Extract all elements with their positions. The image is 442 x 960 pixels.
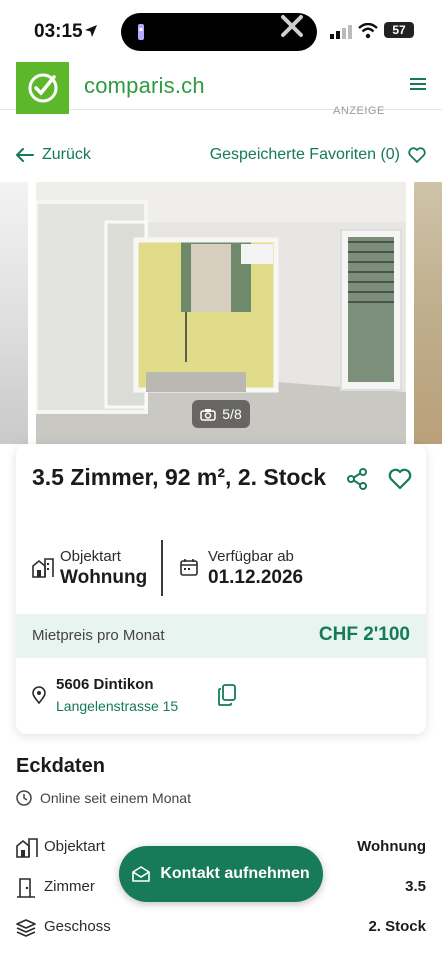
detail-value: 3.5 bbox=[405, 878, 426, 895]
envelope-icon bbox=[132, 866, 151, 882]
layers-icon bbox=[16, 919, 36, 937]
building-icon bbox=[32, 558, 54, 578]
back-link[interactable]: Zurück bbox=[16, 146, 91, 164]
listing-card: 3.5 Zimmer, 92 m², 2. Stock Objektart Wo… bbox=[16, 444, 426, 734]
detail-value: 2. Stock bbox=[368, 918, 426, 935]
online-since-text: Online seit einem Monat bbox=[40, 790, 191, 806]
contact-button-label: Kontakt aufnehmen bbox=[160, 865, 310, 882]
photo-counter-text: 5/8 bbox=[222, 406, 242, 422]
available-label: Verfügbar ab bbox=[208, 548, 294, 565]
back-label: Zurück bbox=[42, 146, 91, 163]
key-facts: Objektart Wohnung Verfügbar ab 01.12.202… bbox=[16, 540, 426, 596]
status-time: 03:15 bbox=[34, 21, 83, 42]
previous-photo[interactable] bbox=[0, 182, 28, 444]
online-since: Online seit einem Monat bbox=[16, 790, 191, 806]
saved-favorites-link[interactable]: Gespeicherte Favoriten (0) bbox=[210, 146, 426, 164]
share-icon[interactable] bbox=[346, 468, 368, 490]
door-icon bbox=[17, 878, 35, 898]
favorites-label: Gespeicherte Favoriten (0) bbox=[209, 146, 400, 163]
check-circle-icon bbox=[28, 73, 57, 103]
dynamic-island bbox=[121, 13, 317, 51]
object-type-value: Wohnung bbox=[60, 567, 148, 588]
price-row: Mietpreis pro Monat CHF 2'100 bbox=[16, 614, 426, 658]
price-value: CHF 2'100 bbox=[318, 624, 410, 645]
arrow-left-icon bbox=[16, 148, 34, 162]
section-title-eckdaten: Eckdaten bbox=[16, 755, 105, 777]
signal-icon bbox=[330, 25, 352, 39]
location-pin-icon bbox=[32, 686, 46, 704]
detail-row: Geschoss 2. Stock bbox=[16, 916, 426, 940]
close-icon[interactable] bbox=[279, 13, 305, 39]
object-type-label: Objektart bbox=[60, 548, 121, 565]
detail-value: Wohnung bbox=[357, 838, 426, 855]
detail-label: Objektart bbox=[44, 838, 105, 855]
listing-title: 3.5 Zimmer, 92 m², 2. Stock bbox=[32, 464, 327, 490]
detail-label: Zimmer bbox=[44, 878, 95, 895]
detail-label: Geschoss bbox=[44, 918, 111, 935]
site-header: comparis.ch bbox=[0, 62, 442, 114]
facts-divider bbox=[161, 540, 163, 596]
building-icon bbox=[16, 838, 38, 858]
battery-indicator: 57 bbox=[384, 22, 414, 38]
price-label: Mietpreis pro Monat bbox=[32, 627, 165, 644]
location-arrow-icon bbox=[85, 25, 97, 37]
calendar-icon bbox=[180, 559, 198, 576]
address-block: 5606 Dintikon Langelenstrasse 15 bbox=[32, 674, 412, 718]
copy-icon[interactable] bbox=[218, 684, 236, 706]
camera-icon bbox=[200, 408, 217, 421]
heart-icon bbox=[408, 147, 426, 163]
available-value: 01.12.2026 bbox=[208, 567, 304, 588]
address-street-link[interactable]: Langelenstrasse 15 bbox=[56, 698, 178, 714]
address-city: 5606 Dintikon bbox=[56, 676, 154, 693]
favorite-heart-icon[interactable] bbox=[388, 468, 412, 490]
status-bar: 03:15 57 bbox=[0, 0, 442, 62]
flashlight-icon bbox=[138, 24, 144, 40]
hamburger-menu-icon[interactable] bbox=[410, 77, 426, 91]
next-photo[interactable] bbox=[414, 182, 442, 444]
clock-icon bbox=[16, 790, 32, 806]
logo-text[interactable]: comparis.ch bbox=[84, 73, 205, 99]
logo-mark[interactable] bbox=[16, 62, 69, 114]
ad-label: ANZEIGE bbox=[333, 105, 385, 117]
wifi-icon bbox=[358, 23, 378, 39]
photo-counter[interactable]: 5/8 bbox=[192, 400, 250, 428]
navigation-row: Zurück Gespeicherte Favoriten (0) bbox=[0, 146, 442, 170]
contact-button[interactable]: Kontakt aufnehmen bbox=[119, 846, 323, 902]
